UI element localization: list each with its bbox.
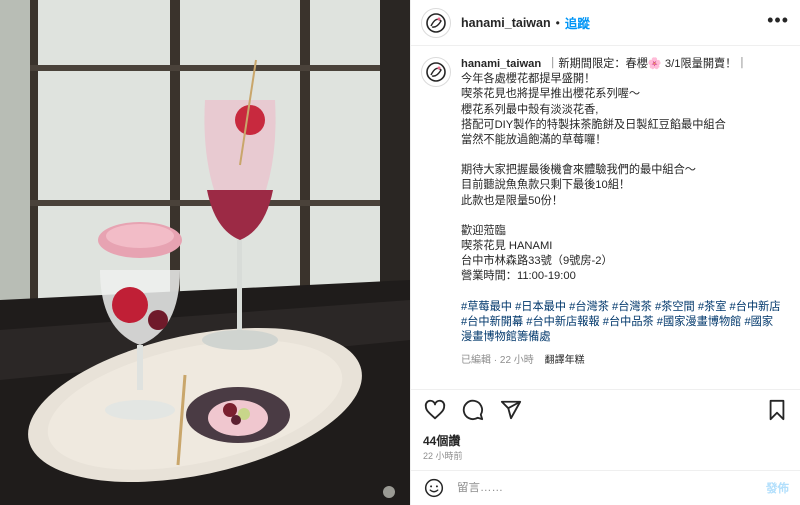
post-time: 22 小時前 (423, 451, 463, 461)
caption-line: 當然不能放過飽滿的草莓囉！ (461, 134, 607, 147)
comment-bar: 發佈 (411, 470, 800, 505)
hashtag-line[interactable]: #台中新開幕 #台中新店報報 #台中品茶 #國家漫畫博物館 #國家 (461, 315, 791, 330)
more-options-button[interactable]: ••• (767, 11, 789, 29)
caption-line: 台中市林森路33號（9號房-2） (461, 255, 613, 268)
like-count[interactable]: 44個讚 (423, 432, 460, 449)
hashtag-line[interactable]: #草莓最中 #日本最中 #台灣茶 #台灣茶 #茶空間 #茶室 #台中新店 (461, 300, 791, 315)
header-username[interactable]: hanami_taiwan (461, 16, 551, 30)
comment-icon (462, 399, 484, 420)
bookmark-icon (769, 399, 785, 420)
translate-link[interactable]: 翻譯年糕 (545, 355, 585, 366)
hashtag-line[interactable]: 漫畫博物館籌備處 (461, 330, 791, 345)
caption-username[interactable]: hanami_taiwan (461, 58, 541, 70)
photo-drawing (0, 0, 410, 505)
caption-line: 此款也是限量50份！ (461, 194, 563, 207)
post-caption: hanami_taiwan ｜新期間限定：春櫻🌸 3/1限量開賣！｜ 今年各處櫻花… (461, 57, 791, 389)
comment-button[interactable] (461, 398, 485, 422)
action-bar (411, 389, 800, 429)
hashtags[interactable]: #草莓最中 #日本最中 #台灣茶 #台灣茶 #茶空間 #茶室 #台中新店 #台中… (461, 300, 791, 346)
caption-meta: 已編輯 · 22 小時 翻譯年糕 (461, 353, 791, 368)
caption-avatar[interactable] (421, 57, 451, 87)
save-button[interactable] (765, 398, 789, 422)
caption-line: 營業時間：11:00-19:00 (461, 270, 576, 283)
caption-line: 歡迎蒞臨 (461, 224, 506, 237)
caption-gap (461, 209, 791, 224)
caption-line: 搭配可DIY製作的特製抹茶脆餅及日製紅豆餡最中組合 (461, 118, 726, 131)
caption-gap (461, 285, 791, 300)
edited-timestamp: 已編輯 · 22 小時 (461, 355, 534, 367)
comment-input[interactable] (457, 482, 766, 494)
caption-line: 喫茶花見也將提早推出櫻花系列喔～ (461, 88, 641, 101)
follow-button[interactable]: 追蹤 (565, 13, 590, 32)
caption-line-0: hanami_taiwan ｜新期間限定：春櫻🌸 3/1限量開賣！｜ (461, 58, 748, 70)
brand-logo-icon (426, 62, 446, 82)
caption-line: 今年各處櫻花都提早盛開！ (461, 73, 596, 86)
post-side-panel: hanami_taiwan • 追蹤 ••• hanami_taiwan ｜新期間… (410, 0, 800, 505)
like-button[interactable] (423, 398, 447, 422)
caption-line: 期待大家把握最後機會來體驗我們的最中組合～ (461, 164, 696, 177)
heart-icon (424, 399, 446, 419)
emoji-button[interactable] (423, 477, 445, 499)
smiley-icon (424, 478, 444, 498)
caption-line: 櫻花系列最中殼有淡淡花香, (461, 103, 599, 116)
caption-area: hanami_taiwan ｜新期間限定：春櫻🌸 3/1限量開賣！｜ 今年各處櫻花… (411, 47, 800, 389)
share-icon (500, 400, 522, 419)
caption-gap (461, 148, 791, 163)
share-button[interactable] (499, 398, 523, 422)
brand-logo-icon (426, 12, 446, 33)
avatar[interactable] (421, 7, 451, 38)
caption-line: 目前聽說魚魚款只剩下最後10組！ (461, 179, 631, 192)
post-photo[interactable] (0, 0, 410, 505)
post-header: hanami_taiwan • 追蹤 ••• (411, 0, 800, 46)
separator-dot: • (555, 15, 560, 30)
post-comment-button[interactable]: 發佈 (766, 480, 789, 496)
caption-line: 喫茶花見 HANAMI (461, 240, 553, 253)
